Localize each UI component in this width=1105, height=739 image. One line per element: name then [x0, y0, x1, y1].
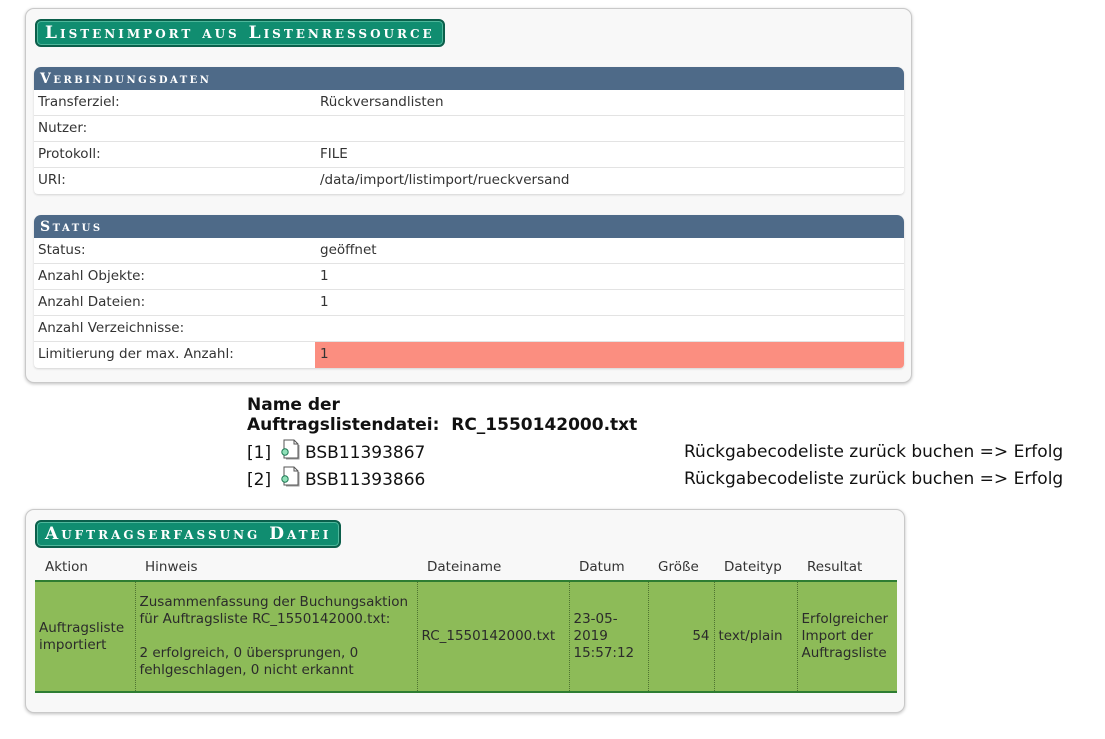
cell-datum: 23-05-2019 15:57:12 — [569, 581, 649, 693]
file-name-label-text: Auftragslistendatei: — [247, 415, 440, 435]
column-header-resultat: Resultat — [797, 554, 897, 582]
file-index: [2] — [247, 470, 272, 490]
column-header-hinweis: Hinweis — [135, 554, 417, 582]
entry-result: Rückgabecodeliste zurück buchen => Erfol… — [684, 442, 1064, 462]
connection-row-nutzer: Nutzer: — [34, 116, 904, 142]
file-name-label-line1: Name der — [247, 395, 340, 415]
row-label: URI: — [38, 172, 66, 188]
connection-row-uri: URI: /data/import/listimport/rueckversan… — [34, 168, 904, 194]
row-label: Nutzer: — [38, 120, 88, 136]
row-label: Protokoll: — [38, 146, 101, 162]
connection-section: Verbindungsdaten Transferziel: Rückversa… — [34, 67, 904, 194]
row-value — [315, 316, 904, 341]
column-header-datum: Datum — [569, 554, 648, 582]
column-header-dateityp: Dateityp — [714, 554, 797, 582]
status-heading: Status — [34, 215, 904, 238]
cell-aktion: Auftragsliste importiert — [35, 581, 136, 693]
row-value: FILE — [320, 146, 348, 162]
hinweis-summary: Zusammenfassung der Buchungsaktion für A… — [139, 594, 409, 627]
column-header-dateiname: Dateiname — [417, 554, 569, 582]
row-label: Limitierung der max. Anzahl: — [38, 346, 234, 362]
status-row-dateien: Anzahl Dateien: 1 — [34, 290, 904, 316]
row-value: /data/import/listimport/rueckversand — [320, 172, 570, 188]
row-label: Status: — [38, 242, 86, 258]
status-row-objekte: Anzahl Objekte: 1 — [34, 264, 904, 290]
status-row-limitierung: Limitierung der max. Anzahl: 1 — [34, 342, 904, 368]
list-item: [1] BSB11393867 Rückgabecodeliste zurück … — [247, 439, 1087, 466]
row-value: Rückversandlisten — [320, 94, 444, 110]
file-name-label-line2: Auftragslistendatei: RC_1550142000.txt — [247, 415, 1087, 435]
connection-heading: Verbindungsdaten — [34, 67, 904, 90]
status-section: Status Status: geöffnet Anzahl Objekte: … — [34, 215, 904, 368]
column-header-groesse: Größe — [648, 554, 714, 582]
table-header-row: Aktion Hinweis Dateiname Datum Größe Dat… — [35, 554, 897, 582]
row-label: Anzahl Dateien: — [38, 294, 146, 310]
table-row: Auftragsliste importiert Zusammenfassung… — [35, 581, 897, 693]
list-item: [2] BSB11393866 Rückgabecodeliste zurück … — [247, 466, 1087, 493]
connection-row-transferziel: Transferziel: Rückversandlisten — [34, 90, 904, 116]
cell-dateityp: text/plain — [714, 581, 798, 693]
list-import-title: Listenimport aus Listenressource — [35, 19, 445, 47]
file-name-value: RC_1550142000.txt — [451, 415, 638, 435]
cell-hinweis: Zusammenfassung der Buchungsaktion für A… — [135, 581, 418, 693]
row-label: Anzahl Verzeichnisse: — [38, 320, 185, 336]
list-import-panel: Listenimport aus Listenressource Verbind… — [25, 8, 912, 383]
row-label: Anzahl Objekte: — [38, 268, 145, 284]
hinweis-counts: 2 erfolgreich, 0 übersprungen, 0 fehlges… — [139, 645, 359, 678]
entry-name: BSB11393866 — [305, 470, 426, 490]
document-icon[interactable] — [280, 439, 300, 461]
connection-row-protokoll: Protokoll: FILE — [34, 142, 904, 168]
file-index: [1] — [247, 443, 272, 463]
order-capture-panel: Auftragserfassung Datei Aktion Hinweis D… — [25, 509, 905, 713]
cell-resultat: Erfolgreicher Import der Auftragsliste — [797, 581, 897, 693]
row-value: geöffnet — [320, 242, 377, 258]
limit-warning-value: 1 — [315, 342, 904, 368]
order-table: Aktion Hinweis Dateiname Datum Größe Dat… — [35, 554, 897, 693]
order-capture-title: Auftragserfassung Datei — [35, 520, 342, 548]
file-list: Name der Auftragslistendatei: RC_1550142… — [247, 395, 1087, 493]
column-header-aktion: Aktion — [35, 554, 135, 582]
file-name-heading: Name der Auftragslistendatei: RC_1550142… — [247, 395, 1087, 435]
row-label: Transferziel: — [38, 94, 120, 110]
document-icon[interactable] — [280, 466, 300, 488]
entry-name: BSB11393867 — [305, 443, 426, 463]
cell-dateiname: RC_1550142000.txt — [417, 581, 570, 693]
cell-groesse: 54 — [648, 581, 715, 693]
row-value — [315, 116, 904, 141]
row-value: 1 — [320, 268, 329, 284]
entry-result: Rückgabecodeliste zurück buchen => Erfol… — [684, 469, 1064, 489]
row-value: 1 — [320, 294, 329, 310]
status-row-verzeichnisse: Anzahl Verzeichnisse: — [34, 316, 904, 342]
status-row-status: Status: geöffnet — [34, 238, 904, 264]
